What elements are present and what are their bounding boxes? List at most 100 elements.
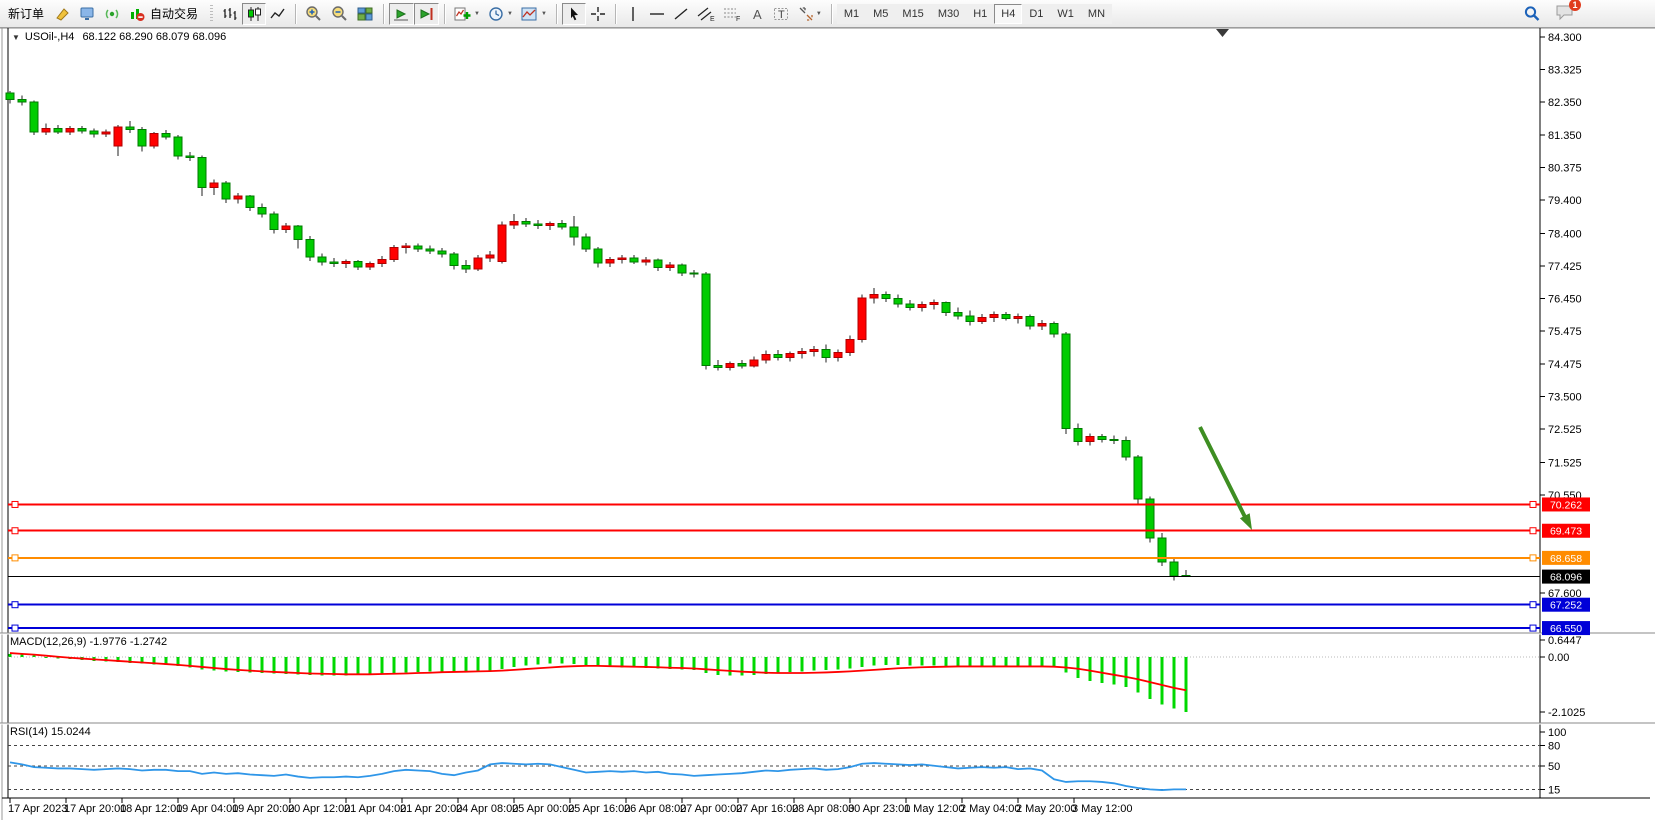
time-axis-label: 19 Apr 04:00: [176, 803, 238, 815]
chevron-down-icon: ▼: [474, 11, 480, 17]
macd-histogram-bar: [837, 657, 840, 670]
text-button[interactable]: A: [745, 3, 769, 25]
trendline-button[interactable]: [669, 3, 693, 25]
candle-down: [1062, 334, 1070, 429]
new-order-button[interactable]: 新订单: [2, 3, 50, 25]
collapse-arrow-icon[interactable]: ▼: [12, 33, 20, 42]
timeframe-button-D1[interactable]: D1: [1022, 4, 1050, 24]
search-button[interactable]: [1519, 3, 1545, 25]
line-handle[interactable]: [12, 625, 18, 631]
indicators-button[interactable]: ▼: [450, 3, 484, 25]
templates-button[interactable]: ▼: [517, 3, 551, 25]
candle-up: [786, 353, 794, 357]
timeframe-button-M30[interactable]: M30: [931, 4, 966, 24]
tile-windows-icon: [357, 6, 374, 22]
candle-up: [810, 349, 818, 351]
annotation-arrow-head[interactable]: [1240, 513, 1252, 530]
line-handle[interactable]: [1530, 528, 1536, 534]
text-label-button[interactable]: T: [769, 3, 794, 25]
candle-down: [738, 363, 746, 366]
candle-down: [462, 265, 470, 268]
timeframe-button-MN[interactable]: MN: [1081, 4, 1112, 24]
arrows-tool-button[interactable]: ▼: [794, 3, 826, 25]
gold-arrow-icon[interactable]: [50, 3, 75, 25]
candle-down: [246, 196, 254, 207]
timeframe-toolbar: M1M5M15M30H1H4D1W1MN: [835, 0, 1114, 27]
candle-down: [702, 274, 710, 365]
candle-down: [1122, 441, 1130, 458]
timeframe-button-M1[interactable]: M1: [837, 4, 866, 24]
auto-scroll-button[interactable]: [389, 3, 414, 25]
macd-histogram-bar: [1065, 657, 1068, 673]
macd-histogram-bar: [813, 657, 816, 671]
fibonacci-button[interactable]: F: [719, 3, 745, 25]
horizontal-line-button[interactable]: [645, 3, 669, 25]
zoom-in-button[interactable]: [301, 3, 327, 25]
periods-button[interactable]: ▼: [484, 3, 517, 25]
bar-chart-button[interactable]: [218, 3, 242, 25]
macd-histogram-bar: [993, 657, 996, 667]
macd-histogram-bar: [1017, 657, 1020, 666]
macd-histogram-bar: [981, 657, 984, 667]
candle-up: [486, 255, 494, 258]
timeframe-button-H1[interactable]: H1: [966, 4, 994, 24]
equidistant-channel-button[interactable]: E: [693, 3, 719, 25]
notifications-button[interactable]: 1: [1555, 3, 1575, 24]
line-chart-button[interactable]: [266, 3, 290, 25]
candle-up: [150, 134, 158, 147]
toolbar-grip[interactable]: [210, 5, 213, 23]
macd-histogram-bar: [345, 657, 348, 675]
candlestick-chart-icon: [246, 6, 262, 22]
candle-up: [234, 196, 242, 199]
toolbar-group-scroll: [387, 0, 441, 27]
line-handle[interactable]: [12, 555, 18, 561]
macd-histogram-bar: [537, 657, 540, 664]
signals-icon[interactable]: [100, 3, 125, 25]
time-axis-label: 28 Apr 08:00: [792, 803, 854, 815]
text-label-icon: T: [773, 6, 790, 22]
timeframe-button-M15[interactable]: M15: [895, 4, 930, 24]
candle-down: [774, 355, 782, 358]
line-chart-icon: [270, 6, 286, 22]
macd-histogram-bar: [1005, 657, 1008, 666]
macd-histogram-bar: [393, 657, 396, 674]
candle-up: [858, 298, 866, 339]
macd-histogram-bar: [45, 657, 48, 658]
macd-histogram-bar: [1089, 657, 1092, 681]
line-handle[interactable]: [1530, 625, 1536, 631]
autotrading-button[interactable]: 自动交易: [125, 3, 207, 25]
macd-histogram-bar: [933, 657, 936, 666]
timeframe-button-H4[interactable]: H4: [994, 4, 1022, 24]
macd-histogram-bar: [801, 657, 804, 671]
zoom-out-button[interactable]: [327, 3, 353, 25]
line-handle[interactable]: [12, 501, 18, 507]
chart-shift-button[interactable]: [414, 3, 439, 25]
toolbar-group-indicators: ▼ ▼ ▼: [448, 0, 553, 27]
candle-down: [186, 156, 194, 157]
line-handle[interactable]: [1530, 555, 1536, 561]
chart-canvas[interactable]: 84.30083.32582.35081.35080.37579.40078.4…: [0, 0, 1655, 830]
line-handle[interactable]: [12, 602, 18, 608]
vertical-line-button[interactable]: [621, 3, 645, 25]
terminal-icon[interactable]: [75, 3, 100, 25]
price-tick-label: 78.400: [1548, 228, 1582, 240]
chart-shift-marker[interactable]: [1216, 29, 1229, 37]
tile-windows-button[interactable]: [353, 3, 378, 25]
line-handle[interactable]: [12, 528, 18, 534]
candlestick-chart-button[interactable]: [242, 3, 266, 25]
macd-histogram-bar: [9, 654, 12, 657]
line-handle[interactable]: [1530, 602, 1536, 608]
text-letter: A: [753, 7, 762, 22]
macd-histogram-bar: [441, 657, 444, 671]
cursor-button[interactable]: [562, 3, 586, 25]
timeframe-button-M5[interactable]: M5: [866, 4, 895, 24]
macd-histogram-bar: [477, 657, 480, 671]
timeframe-button-W1[interactable]: W1: [1050, 4, 1081, 24]
line-handle[interactable]: [1530, 501, 1536, 507]
candle-down: [1170, 562, 1178, 576]
chart-title: ▼USOil-,H468.122 68.290 68.079 68.096: [12, 31, 226, 43]
time-axis-label: 17 Apr 20:00: [64, 803, 126, 815]
candle-up: [870, 295, 878, 298]
macd-histogram-bar: [489, 657, 492, 671]
crosshair-button[interactable]: [586, 3, 610, 25]
